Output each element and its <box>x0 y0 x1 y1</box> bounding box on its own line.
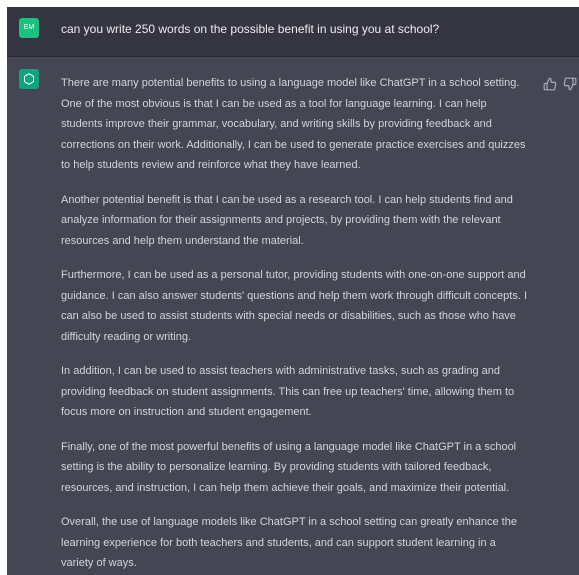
reply-paragraph-6: Overall, the use of language models like… <box>61 516 517 569</box>
reply-paragraph-3: Furthermore, I can be used as a personal… <box>61 269 528 343</box>
thumbs-down-icon[interactable] <box>563 77 577 91</box>
openai-logo-icon <box>23 73 35 85</box>
reply-paragraph-5: Finally, one of the most powerful benefi… <box>61 440 517 494</box>
chat-transcript: EM can you write 250 words on the possib… <box>7 7 579 575</box>
user-message-row: EM can you write 250 words on the possib… <box>7 7 579 57</box>
assistant-reply: There are many potential benefits to usi… <box>61 73 531 575</box>
user-avatar-initials: EM <box>23 24 35 31</box>
reply-paragraph-1: There are many potential benefits to usi… <box>61 77 526 171</box>
reply-paragraph-4: In addition, I can be used to assist tea… <box>61 365 515 418</box>
user-avatar: EM <box>19 18 39 38</box>
assistant-message-row: There are many potential benefits to usi… <box>7 57 579 575</box>
assistant-avatar <box>19 69 39 89</box>
thumbs-up-icon[interactable] <box>543 77 557 91</box>
reply-paragraph-2: Another potential benefit is that I can … <box>61 193 513 247</box>
user-message-text: can you write 250 words on the possible … <box>61 22 440 36</box>
